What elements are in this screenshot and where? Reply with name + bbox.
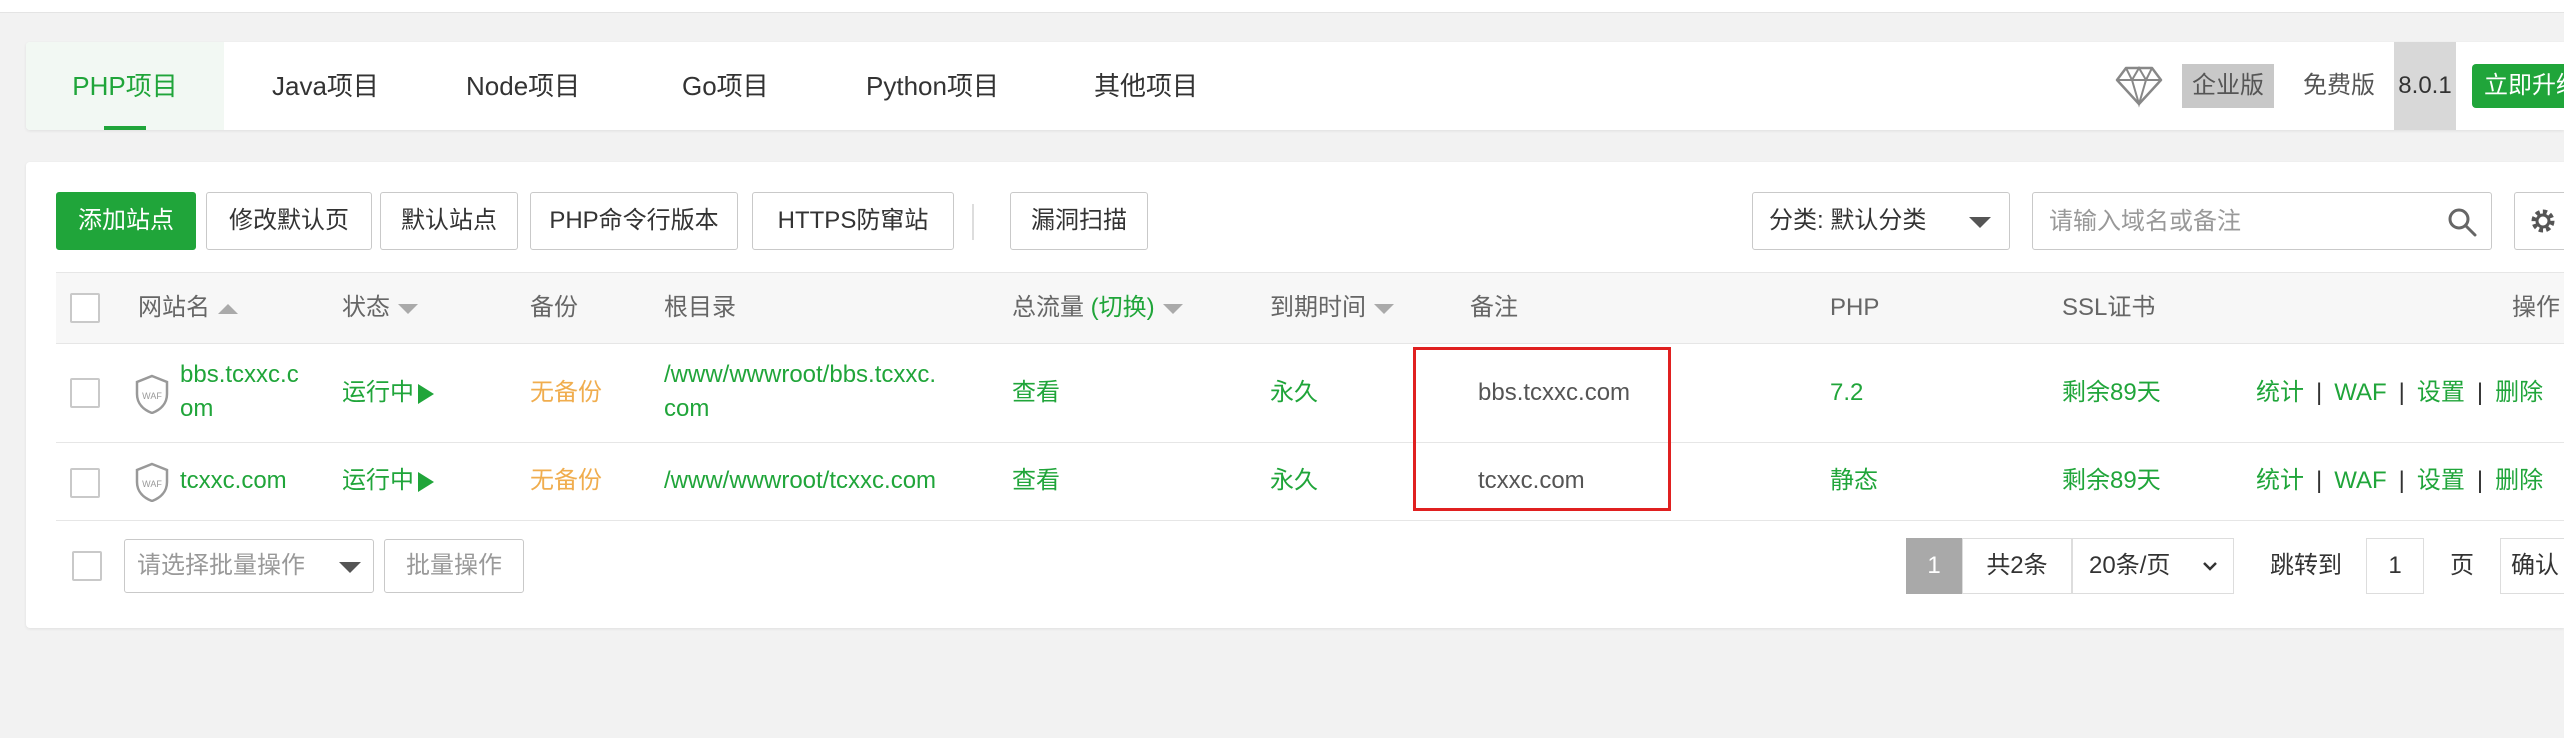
header-note: 备注 bbox=[1470, 294, 1518, 321]
header-status[interactable]: 状态 bbox=[342, 273, 418, 343]
gear-icon bbox=[2531, 209, 2555, 233]
note-text[interactable]: bbs.tcxxc.com bbox=[1478, 376, 1630, 410]
pagination-current-page[interactable]: 1 bbox=[1906, 538, 1962, 594]
waf-link[interactable]: WAF bbox=[2334, 379, 2386, 406]
caret-down-icon bbox=[1969, 217, 1991, 228]
table-row: WAF bbs.tcxxc.c om 运行中 无备份 /www/wwwroot/… bbox=[56, 344, 2564, 443]
settings-link[interactable]: 设置 bbox=[2417, 467, 2465, 494]
row-actions: 统计 | WAF | 设置 | 删除 bbox=[2256, 379, 2544, 406]
category-select[interactable]: 分类: 默认分类 bbox=[1752, 192, 2010, 250]
vuln-scan-button[interactable]: 漏洞扫描 bbox=[1010, 192, 1148, 250]
search-box[interactable] bbox=[2032, 192, 2492, 250]
site-list-panel: 添加站点 修改默认页 默认站点 PHP命令行版本 HTTPS防窜站 漏洞扫描 分… bbox=[26, 162, 2564, 628]
search-icon[interactable] bbox=[2447, 207, 2477, 237]
tab-node[interactable]: Node项目 bbox=[466, 42, 580, 130]
header-site-name[interactable]: 网站名 bbox=[138, 273, 238, 343]
php-version-link[interactable]: 静态 bbox=[1830, 464, 1878, 498]
settings-link[interactable]: 设置 bbox=[2417, 379, 2465, 406]
expiry-link[interactable]: 永久 bbox=[1270, 464, 1318, 498]
stats-link[interactable]: 统计 bbox=[2256, 379, 2304, 406]
backup-link[interactable]: 无备份 bbox=[530, 376, 602, 410]
sort-desc-icon bbox=[398, 303, 418, 314]
jump-confirm-button[interactable]: 确认 bbox=[2500, 538, 2564, 594]
tab-python[interactable]: Python项目 bbox=[866, 42, 999, 130]
batch-action-button[interactable]: 批量操作 bbox=[384, 539, 524, 593]
column-settings-button[interactable] bbox=[2514, 192, 2564, 250]
php-cli-version-button[interactable]: PHP命令行版本 bbox=[530, 192, 738, 250]
search-input[interactable] bbox=[2047, 201, 2411, 243]
svg-text:WAF: WAF bbox=[142, 479, 162, 489]
table-header: 网站名 状态 备份 根目录 总流量 (切换) 到期时间 备注 PHP SSL证书… bbox=[56, 272, 2564, 344]
upgrade-button[interactable]: 立即升级 bbox=[2472, 64, 2564, 108]
https-antiproxy-button[interactable]: HTTPS防窜站 bbox=[752, 192, 954, 250]
top-strip bbox=[0, 0, 2564, 13]
page-size-select[interactable]: 20条/页 bbox=[2072, 538, 2234, 594]
ssl-status-link[interactable]: 剩余89天 bbox=[2062, 464, 2161, 498]
project-tabs-bar: PHP项目 Java项目 Node项目 Go项目 Python项目 其他项目 企… bbox=[26, 42, 2564, 130]
play-icon bbox=[418, 471, 434, 492]
sort-asc-icon bbox=[218, 303, 238, 314]
root-dir-link[interactable]: /www/wwwroot/tcxxc.com bbox=[664, 464, 936, 498]
sort-desc-icon bbox=[1374, 303, 1394, 314]
traffic-view-link[interactable]: 查看 bbox=[1012, 464, 1060, 498]
chevron-down-icon bbox=[2203, 562, 2217, 571]
jump-page-input[interactable] bbox=[2366, 538, 2424, 594]
waf-shield-icon: WAF bbox=[135, 374, 169, 414]
default-site-button[interactable]: 默认站点 bbox=[380, 192, 518, 250]
row-checkbox[interactable] bbox=[70, 378, 100, 408]
enterprise-edition-label[interactable]: 企业版 bbox=[2182, 64, 2274, 108]
ssl-status-link[interactable]: 剩余89天 bbox=[2062, 376, 2161, 410]
site-name-link[interactable]: tcxxc.com bbox=[180, 464, 287, 498]
delete-link[interactable]: 删除 bbox=[2495, 379, 2543, 406]
tab-go[interactable]: Go项目 bbox=[682, 42, 769, 130]
traffic-view-link[interactable]: 查看 bbox=[1012, 376, 1060, 410]
add-site-button[interactable]: 添加站点 bbox=[56, 192, 196, 250]
sort-desc-icon bbox=[1162, 303, 1183, 314]
play-icon bbox=[418, 383, 434, 404]
header-expiry[interactable]: 到期时间 bbox=[1270, 273, 1394, 343]
toolbar-divider bbox=[972, 204, 974, 240]
status-running[interactable]: 运行中 bbox=[342, 464, 434, 498]
page-unit-label: 页 bbox=[2450, 552, 2474, 579]
row-checkbox[interactable] bbox=[70, 468, 100, 498]
waf-shield-icon: WAF bbox=[135, 462, 169, 502]
backup-link[interactable]: 无备份 bbox=[530, 464, 602, 498]
jump-to-label: 跳转到 bbox=[2270, 552, 2342, 579]
version-badge: 8.0.1 bbox=[2394, 42, 2456, 130]
batch-action-select[interactable]: 请选择批量操作 bbox=[124, 539, 374, 593]
header-actions: 操作 bbox=[2512, 294, 2560, 321]
stats-link[interactable]: 统计 bbox=[2256, 467, 2304, 494]
caret-down-icon bbox=[339, 562, 361, 573]
category-select-value: 分类: 默认分类 bbox=[1769, 207, 1927, 234]
note-text[interactable]: tcxxc.com bbox=[1478, 464, 1585, 498]
traffic-toggle-link[interactable]: (切换) bbox=[1091, 294, 1155, 321]
expiry-link[interactable]: 永久 bbox=[1270, 376, 1318, 410]
pagination-total: 共2条 bbox=[1962, 538, 2072, 594]
free-edition-label: 免费版 bbox=[2303, 72, 2375, 99]
tab-other[interactable]: 其他项目 bbox=[1094, 42, 1198, 130]
php-version-link[interactable]: 7.2 bbox=[1830, 376, 1863, 410]
tab-java[interactable]: Java项目 bbox=[272, 42, 379, 130]
site-name-link[interactable]: bbs.tcxxc.c om bbox=[180, 358, 299, 426]
waf-link[interactable]: WAF bbox=[2334, 467, 2386, 494]
delete-link[interactable]: 删除 bbox=[2495, 467, 2543, 494]
table-row: WAF tcxxc.com 运行中 无备份 /www/wwwroot/tcxxc… bbox=[56, 444, 2564, 521]
header-php: PHP bbox=[1830, 294, 1880, 321]
header-ssl: SSL证书 bbox=[2062, 294, 2156, 321]
svg-text:WAF: WAF bbox=[142, 391, 162, 401]
select-all-checkbox[interactable] bbox=[70, 293, 100, 323]
root-dir-link[interactable]: /www/wwwroot/bbs.tcxxc. com bbox=[664, 358, 936, 426]
status-running[interactable]: 运行中 bbox=[342, 376, 434, 410]
row-actions: 统计 | WAF | 设置 | 删除 bbox=[2256, 467, 2544, 494]
header-backup: 备份 bbox=[530, 294, 578, 321]
diamond-icon bbox=[2115, 66, 2163, 108]
header-root-dir: 根目录 bbox=[664, 294, 736, 321]
header-traffic[interactable]: 总流量 (切换) bbox=[1012, 273, 1183, 343]
batch-select-all-checkbox[interactable] bbox=[72, 551, 102, 581]
tab-php[interactable]: PHP项目 bbox=[26, 42, 224, 130]
edit-default-page-button[interactable]: 修改默认页 bbox=[206, 192, 372, 250]
